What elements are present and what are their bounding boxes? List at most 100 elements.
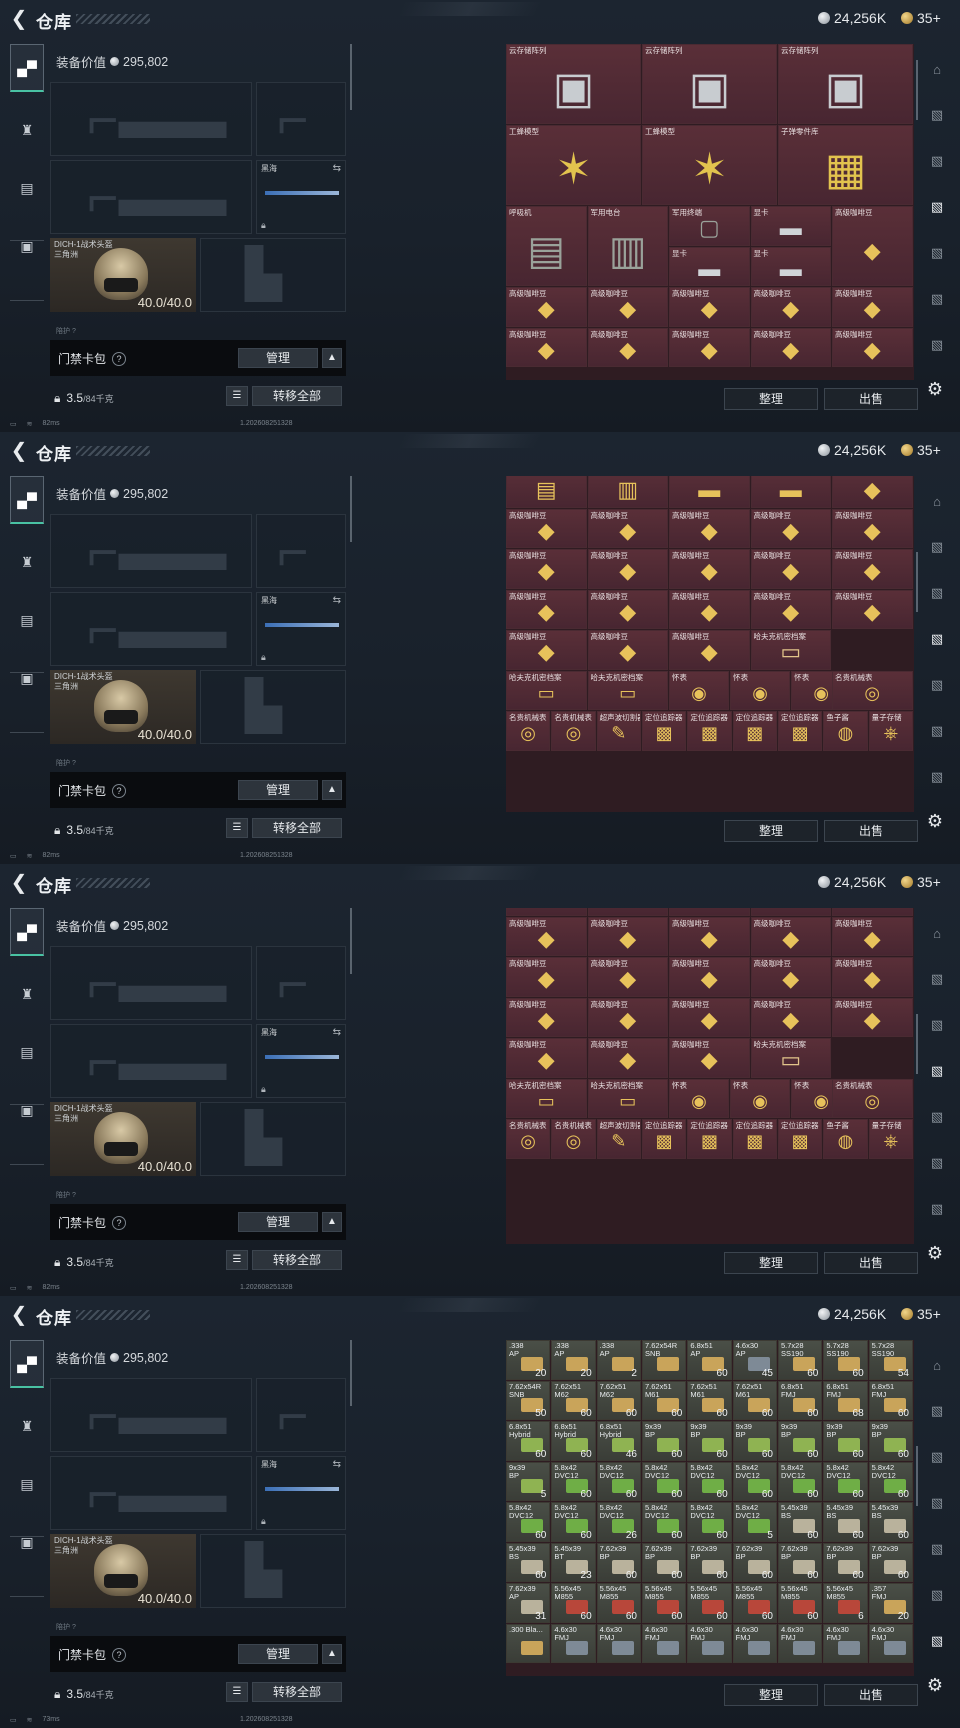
ammo-item[interactable]: 4.6x30 FMJ: [732, 1623, 777, 1663]
safe-icon[interactable]: ⌂: [922, 1350, 952, 1380]
nav-clipboard-icon[interactable]: ▤: [10, 1460, 44, 1508]
melee-slot[interactable]: 黑海 ⇆ 🔒︎: [256, 1456, 346, 1530]
ammo-item[interactable]: 9x39 BP 60: [868, 1421, 913, 1461]
stash-item[interactable]: 哈夫克机密档案 ▭: [506, 670, 587, 710]
stash-item[interactable]: 高级咖啡豆 ◆: [506, 997, 587, 1037]
stash-item[interactable]: 高级咖啡豆 ◆: [506, 589, 587, 629]
ammo-item[interactable]: .338 AP 2: [596, 1340, 641, 1380]
stash-item[interactable]: 云存储阵列 ▣: [642, 44, 777, 124]
secondary-weapon-slot[interactable]: ⌐▬▬: [50, 1456, 252, 1530]
stash-item[interactable]: 高级咖啡豆 ◆: [587, 916, 668, 956]
back-arrow-icon[interactable]: ❮: [8, 440, 30, 462]
sell-button[interactable]: 出售: [824, 820, 918, 842]
stash-tab-icon[interactable]: ▧: [922, 1488, 952, 1518]
stash-tab-icon[interactable]: ▧: [922, 1442, 952, 1472]
stash-item[interactable]: 高级咖啡豆 ◆: [832, 589, 913, 629]
stash-item[interactable]: 高级咖啡豆 ◆: [750, 287, 831, 327]
stash-item[interactable]: ◆: [832, 908, 913, 916]
ammo-item[interactable]: 5.45x39 BT 23: [551, 1542, 596, 1582]
manage-button[interactable]: 管理: [238, 348, 318, 368]
stash-item[interactable]: 高级咖啡豆 ◆: [669, 589, 750, 629]
stash-item[interactable]: 定位追踪器 ▩: [778, 1119, 823, 1159]
stash-item[interactable]: 高级咖啡豆 ◆: [832, 508, 913, 548]
stash-item[interactable]: 云存储阵列 ▣: [506, 44, 641, 124]
stash-item[interactable]: 军用终端 ▢: [669, 206, 750, 246]
chevron-up-icon[interactable]: ▲: [322, 780, 342, 800]
nav-armor-icon[interactable]: ♜: [10, 970, 44, 1018]
stash-item[interactable]: 高级咖啡豆 ◆: [506, 508, 587, 548]
nav-briefcase-icon[interactable]: ▣: [10, 654, 44, 702]
stash-item[interactable]: 高级咖啡豆 ◆: [587, 957, 668, 997]
sort-button[interactable]: 整理: [724, 820, 818, 842]
ammo-item[interactable]: 9x39 BP 5: [506, 1461, 551, 1501]
stash-tab-icon[interactable]: ▧: [922, 670, 952, 700]
stash-tab-icon[interactable]: ▧: [922, 284, 952, 314]
stash-tab-icon[interactable]: ▧: [922, 100, 952, 130]
stash-item[interactable]: ▬: [669, 908, 750, 916]
ammo-item[interactable]: 6.8x51 FMJ 60: [868, 1380, 913, 1420]
ammo-item[interactable]: .357 FMJ 20: [868, 1583, 913, 1623]
nav-clipboard-icon[interactable]: ▤: [10, 164, 44, 212]
equipment-scrollbar[interactable]: [350, 1340, 352, 1406]
primary-weapon-slot[interactable]: ⌐▬▬: [50, 82, 252, 156]
ammo-item[interactable]: 7.62x54R SNB: [642, 1340, 687, 1380]
nav-weapons-icon[interactable]: ▄▀: [10, 44, 44, 92]
ammo-item[interactable]: 5.56x45 M855 60: [732, 1583, 777, 1623]
list-icon[interactable]: ☰: [226, 1250, 248, 1270]
stash-item[interactable]: 量子存储 ⎈: [868, 1119, 913, 1159]
stash-tab-icon[interactable]: ▧: [922, 964, 952, 994]
stash-tab-icon[interactable]: ▧: [922, 1148, 952, 1178]
stash-item[interactable]: 高级咖啡豆 ◆: [587, 589, 668, 629]
nav-clipboard-icon[interactable]: ▤: [10, 1028, 44, 1076]
ammo-item[interactable]: 6.8x51 Hybrid 46: [596, 1421, 641, 1461]
sort-button[interactable]: 整理: [724, 388, 818, 410]
stash-tab-icon[interactable]: ▧: [922, 1396, 952, 1426]
ammo-item[interactable]: 9x39 BP 60: [732, 1421, 777, 1461]
stash-item[interactable]: 高级咖啡豆 ◆: [506, 916, 587, 956]
stash-tab-icon[interactable]: ▧: [922, 1626, 952, 1656]
stash-item[interactable]: ▥: [587, 908, 668, 916]
back-arrow-icon[interactable]: ❮: [8, 872, 30, 894]
helmet-slot[interactable]: DICH-1战术头盔 三角洲 40.0/40.0: [50, 1534, 196, 1608]
stash-item[interactable]: 哈夫克机密档案 ▭: [506, 1078, 587, 1118]
nav-briefcase-icon[interactable]: ▣: [10, 1518, 44, 1566]
chevron-up-icon[interactable]: ▲: [322, 348, 342, 368]
nav-armor-icon[interactable]: ♜: [10, 1402, 44, 1450]
nav-armor-icon[interactable]: ♜: [10, 106, 44, 154]
stash-item[interactable]: 军用电台 ▥: [587, 206, 668, 286]
stash-item[interactable]: 高级咖啡豆 ◆: [669, 287, 750, 327]
transfer-all-button[interactable]: 转移全部: [252, 1250, 342, 1270]
ammo-item[interactable]: 5.8x42 DVC12 60: [642, 1502, 687, 1542]
ammo-item[interactable]: 5.8x42 DVC12 60: [551, 1502, 596, 1542]
manage-button[interactable]: 管理: [238, 1212, 318, 1232]
stash-item[interactable]: 高级咖啡豆 ◆: [587, 549, 668, 589]
safe-icon[interactable]: ⌂: [922, 486, 952, 516]
list-icon[interactable]: ☰: [226, 1682, 248, 1702]
chevron-up-icon[interactable]: ▲: [322, 1212, 342, 1232]
stash-item[interactable]: ▬: [669, 476, 750, 508]
stash-tab-icon[interactable]: ▧: [922, 330, 952, 360]
list-icon[interactable]: ☰: [226, 818, 248, 838]
stash-item[interactable]: 呼吸机 ▤: [506, 206, 587, 286]
gold-currency[interactable]: 35+: [901, 442, 941, 458]
stash-item[interactable]: 高级咖啡豆 ◆: [506, 957, 587, 997]
gear-icon[interactable]: ⚙: [924, 378, 946, 400]
stash-item[interactable]: 高级咖啡豆 ◆: [750, 997, 831, 1037]
gold-currency[interactable]: 35+: [901, 874, 941, 890]
stash-item[interactable]: 高级咖啡豆 ◆: [587, 287, 668, 327]
stash-item[interactable]: 怀表 ◉: [669, 1078, 729, 1118]
stash-item[interactable]: 定位追踪器 ▩: [732, 711, 777, 751]
stash-item[interactable]: 哈夫克机密档案 ▭: [750, 1038, 831, 1078]
stash-item[interactable]: 超声波切割器 ✎: [596, 711, 641, 751]
stash-item[interactable]: 量子存储 ⎈: [868, 711, 913, 751]
stash-tab-icon[interactable]: ▧: [922, 238, 952, 268]
stash-item[interactable]: 哈夫克机密档案 ▭: [587, 670, 668, 710]
ammo-item[interactable]: 5.7x28 SS190 60: [778, 1340, 823, 1380]
stash-item[interactable]: 高级咖啡豆 ◆: [669, 957, 750, 997]
stash-item[interactable]: 显卡 ▬: [750, 246, 831, 286]
swap-icon[interactable]: ⇆: [333, 595, 341, 606]
ammo-item[interactable]: 7.62x39 BP 60: [778, 1542, 823, 1582]
stash-item[interactable]: 高级咖啡豆 ◆: [750, 957, 831, 997]
gear-icon[interactable]: ⚙: [924, 1242, 946, 1264]
armor-slot[interactable]: ▙: [200, 1102, 346, 1176]
